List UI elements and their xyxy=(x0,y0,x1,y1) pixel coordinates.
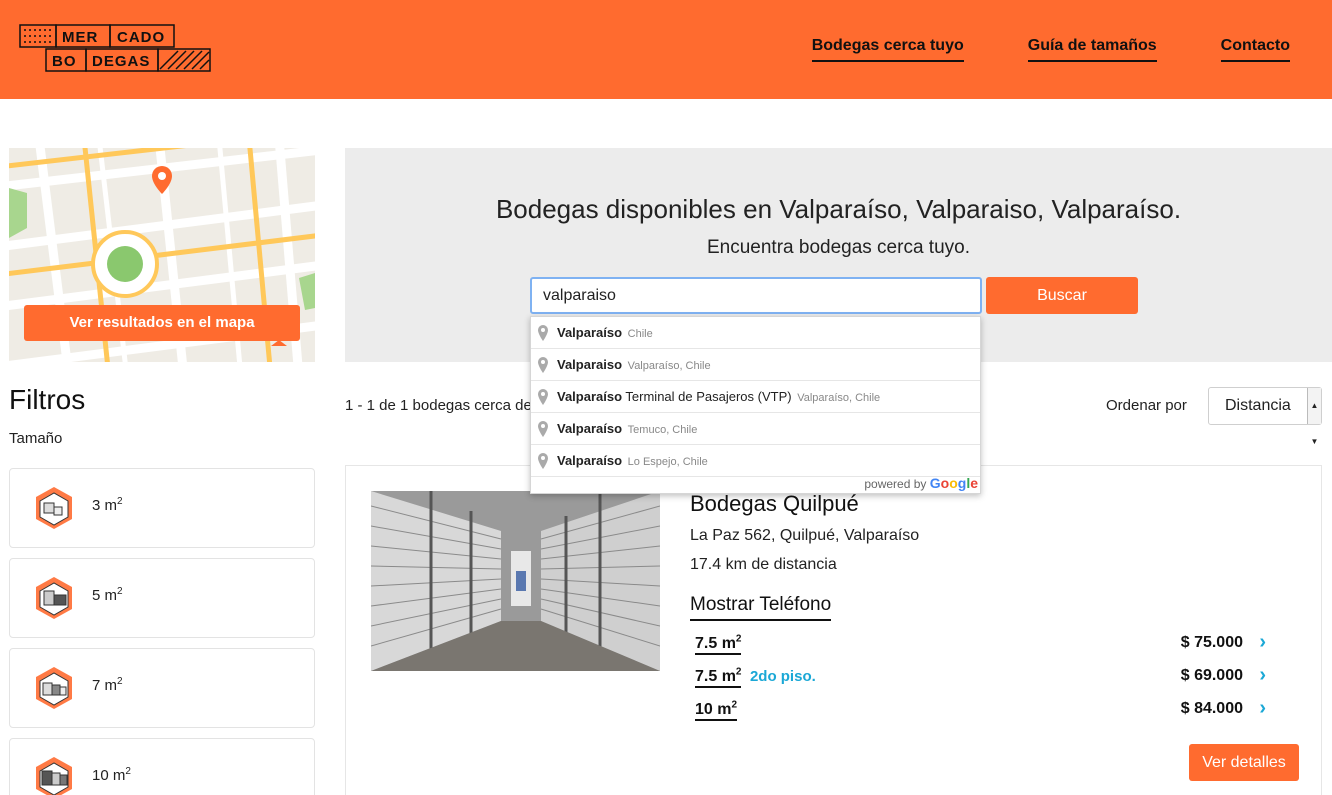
unit-size: 7.5 m2 xyxy=(695,667,742,689)
nav-contacto[interactable]: Contacto xyxy=(1220,37,1290,62)
storage-unit-icon xyxy=(36,577,72,619)
sort-select[interactable]: Distancia ▲ ▼ xyxy=(1208,387,1322,446)
site-header: MER CADO BO DEGAS Bodegas cerca tuyo Guí… xyxy=(0,0,1332,99)
unit-size: 10 m2 xyxy=(695,700,738,722)
chevron-right-icon[interactable]: › xyxy=(1259,664,1266,687)
price-row[interactable]: 7.5 m2 2do piso. $ 69.000 › xyxy=(695,664,1295,691)
filters-size-label: Tamaño xyxy=(9,430,63,447)
map-pin-icon xyxy=(538,421,548,437)
storage-unit-icon xyxy=(36,667,72,709)
autocomplete-item[interactable]: Valparaíso Temuco, Chile xyxy=(531,413,980,445)
unit-price: $ 75.000 xyxy=(1180,634,1243,651)
size-filter-label: 5 m2 xyxy=(92,586,123,604)
show-phone-link[interactable]: Mostrar Teléfono xyxy=(690,594,832,621)
view-map-results-button[interactable]: Ver resultados en el mapa xyxy=(24,305,300,341)
map-pin-icon xyxy=(538,389,548,405)
select-arrow-icon: ▲ ▼ xyxy=(1307,388,1321,446)
filters-title: Filtros xyxy=(9,384,86,415)
map-pin-icon xyxy=(538,325,548,341)
autocomplete-item[interactable]: Valparaiso Valparaíso, Chile xyxy=(531,349,980,381)
sort-selected-value: Distancia xyxy=(1225,397,1291,414)
page-subtitle: Encuentra bodegas cerca tuyo. xyxy=(706,237,970,258)
map-pin-icon xyxy=(538,357,548,373)
size-filter-label: 3 m2 xyxy=(92,496,123,514)
logo-word: DEGAS xyxy=(92,53,150,70)
size-filter-5[interactable]: 5 m2 xyxy=(9,558,315,638)
listing-photo[interactable] xyxy=(371,491,660,671)
autocomplete-item[interactable]: Valparaíso Lo Espejo, Chile xyxy=(531,445,980,477)
results-count: 1 - 1 de 1 bodegas cerca de xyxy=(345,397,532,414)
powered-by-google: powered by Google xyxy=(864,475,978,491)
logo-word: MER xyxy=(62,29,98,46)
map-preview[interactable]: Ver resultados en el mapa xyxy=(9,148,315,362)
nav-bodegas-cerca[interactable]: Bodegas cerca tuyo xyxy=(811,37,964,62)
listing-address: La Paz 562, Quilpué, Valparaíso xyxy=(690,527,920,544)
main-nav: Bodegas cerca tuyo Guía de tamaños Conta… xyxy=(811,37,1290,62)
storage-unit-icon xyxy=(36,487,72,529)
listing-distance: 17.4 km de distancia xyxy=(690,556,837,573)
unit-price: $ 84.000 xyxy=(1180,700,1243,717)
size-filter-label: 7 m2 xyxy=(92,676,123,694)
logo-word: BO xyxy=(52,53,77,70)
storage-unit-icon xyxy=(36,757,72,795)
mercado-bodegas-logo[interactable]: MER CADO BO DEGAS xyxy=(19,24,211,74)
autocomplete-item[interactable]: Valparaíso Chile xyxy=(531,317,980,349)
unit-note: 2do piso. xyxy=(749,668,816,686)
nav-guia-tamanos[interactable]: Guía de tamaños xyxy=(1027,37,1157,62)
size-filter-10[interactable]: 10 m2 xyxy=(9,738,315,795)
map-pin-icon xyxy=(538,453,548,469)
size-filter-7[interactable]: 7 m2 xyxy=(9,648,315,728)
listing-card: Bodegas Quilpué La Paz 562, Quilpué, Val… xyxy=(345,465,1322,795)
logo-word: CADO xyxy=(117,29,165,46)
page-title: Bodegas disponibles en Valparaíso, Valpa… xyxy=(495,194,1182,224)
autocomplete-item[interactable]: Valparaíso Terminal de Pasajeros (VTP) V… xyxy=(531,381,980,413)
unit-price: $ 69.000 xyxy=(1180,667,1243,684)
autocomplete-dropdown: Valparaíso Chile Valparaiso Valparaíso, … xyxy=(530,316,981,494)
chevron-right-icon[interactable]: › xyxy=(1259,697,1266,720)
search-button[interactable]: Buscar xyxy=(986,277,1138,314)
view-details-button[interactable]: Ver detalles xyxy=(1189,744,1299,781)
size-filter-label: 10 m2 xyxy=(92,766,131,784)
price-row[interactable]: 10 m2 $ 84.000 › xyxy=(695,697,1295,724)
chevron-right-icon[interactable]: › xyxy=(1259,631,1266,654)
price-row[interactable]: 7.5 m2 $ 75.000 › xyxy=(695,631,1295,658)
google-logo: Google xyxy=(929,475,978,491)
unit-size: 7.5 m2 xyxy=(695,634,742,656)
sort-label: Ordenar por xyxy=(1106,397,1187,414)
size-filter-3[interactable]: 3 m2 xyxy=(9,468,315,548)
listing-name[interactable]: Bodegas Quilpué xyxy=(690,491,859,517)
location-search-input[interactable]: valparaiso xyxy=(530,277,982,314)
